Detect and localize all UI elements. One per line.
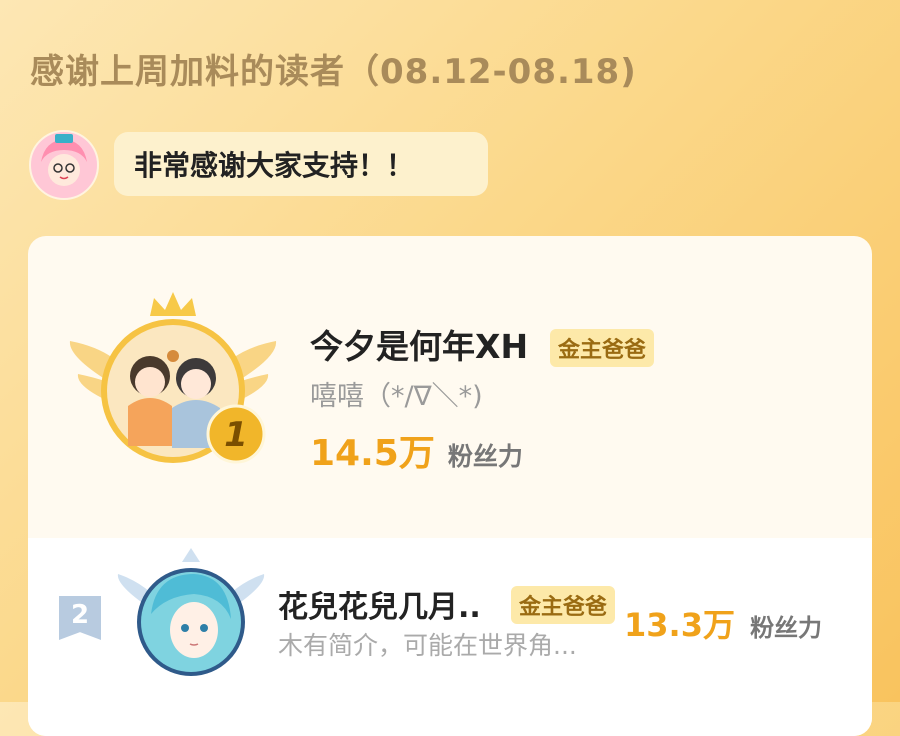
rank1-fans-label: 粉丝力: [447, 442, 523, 471]
rank2-row[interactable]: 2 花兒花兒几月.. 金主爸爸 木有简介，可能在世界角... 13.3万 粉丝力: [28, 538, 872, 736]
rank1-name[interactable]: 今夕是何年XH: [310, 320, 528, 368]
rank1-fans: 14.5万 粉丝力: [310, 424, 523, 476]
rank2-fans-value: 13.3万: [624, 606, 735, 644]
page-title: 感谢上周加料的读者（08.12-08.18): [30, 52, 637, 92]
rank1-badge: 金主爸爸: [550, 329, 655, 367]
crown-icon: [150, 292, 196, 316]
rank-ribbon-icon: 2: [59, 596, 101, 640]
author-message: 非常感谢大家支持！！: [134, 149, 415, 182]
rank2-number: 2: [70, 600, 90, 630]
rank2-fans-label: 粉丝力: [750, 614, 823, 642]
rank2-name[interactable]: 花兒花兒几月..: [278, 582, 481, 626]
rank2-avatar-frame[interactable]: [116, 544, 266, 684]
rank-medal-icon: 1: [206, 404, 266, 464]
author-avatar[interactable]: [29, 130, 99, 200]
ranking-card: 1 今夕是何年XH 金主爸爸 嘻嘻（*/∇＼*) 14.5万 粉丝力 2 花兒花…: [28, 236, 872, 736]
rank1-fans-value: 14.5万: [310, 433, 435, 474]
rank2-bio: 木有简介，可能在世界角...: [278, 631, 577, 660]
rank1-bio: 嘻嘻（*/∇＼*): [310, 381, 483, 412]
rank1-avatar-frame[interactable]: 1: [68, 286, 278, 486]
rank2-badge: 金主爸爸: [511, 586, 616, 624]
rank2-fans: 13.3万 粉丝力: [624, 600, 822, 646]
author-message-bubble: 非常感谢大家支持！！: [114, 132, 488, 196]
svg-text:1: 1: [224, 415, 248, 455]
